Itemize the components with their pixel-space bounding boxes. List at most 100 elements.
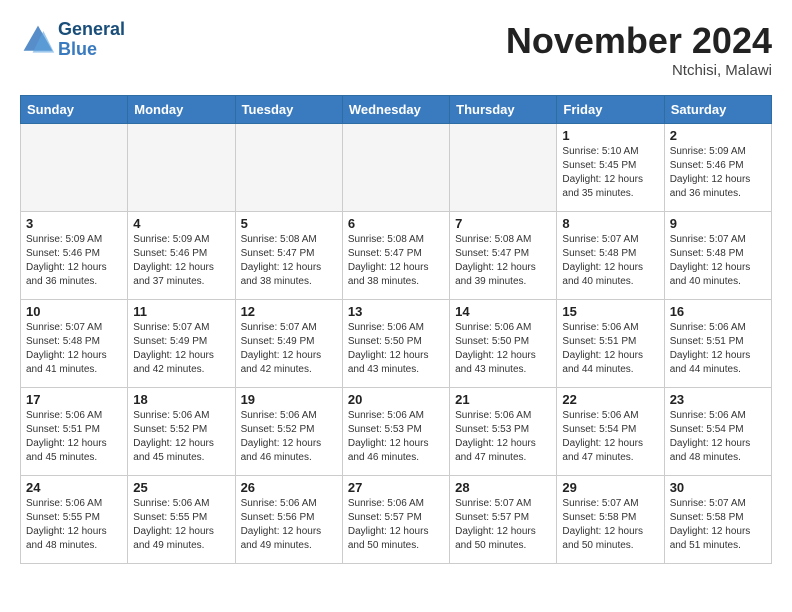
day-number: 15 <box>562 304 658 319</box>
day-info: Sunrise: 5:06 AM Sunset: 5:57 PM Dayligh… <box>348 497 444 553</box>
day-info: Sunrise: 5:08 AM Sunset: 5:47 PM Dayligh… <box>455 233 551 289</box>
day-number: 4 <box>133 216 229 231</box>
day-number: 23 <box>670 392 766 407</box>
day-number: 17 <box>26 392 122 407</box>
title-block: November 2024 Ntchisi, Malawi <box>506 20 772 79</box>
day-number: 21 <box>455 392 551 407</box>
location: Ntchisi, Malawi <box>506 62 772 79</box>
day-info: Sunrise: 5:06 AM Sunset: 5:52 PM Dayligh… <box>133 409 229 465</box>
calendar-cell: 11 Sunrise: 5:07 AM Sunset: 5:49 PM Dayli… <box>128 300 235 388</box>
day-info: Sunrise: 5:06 AM Sunset: 5:52 PM Dayligh… <box>241 409 337 465</box>
day-info: Sunrise: 5:06 AM Sunset: 5:56 PM Dayligh… <box>241 497 337 553</box>
day-info: Sunrise: 5:06 AM Sunset: 5:54 PM Dayligh… <box>562 409 658 465</box>
day-number: 20 <box>348 392 444 407</box>
day-number: 6 <box>348 216 444 231</box>
weekday-header-saturday: Saturday <box>664 96 771 124</box>
calendar-cell: 23 Sunrise: 5:06 AM Sunset: 5:54 PM Dayli… <box>664 388 771 476</box>
calendar-cell: 24 Sunrise: 5:06 AM Sunset: 5:55 PM Dayli… <box>21 476 128 564</box>
day-info: Sunrise: 5:09 AM Sunset: 5:46 PM Dayligh… <box>670 145 766 201</box>
day-info: Sunrise: 5:06 AM Sunset: 5:55 PM Dayligh… <box>26 497 122 553</box>
day-number: 8 <box>562 216 658 231</box>
calendar-cell: 25 Sunrise: 5:06 AM Sunset: 5:55 PM Dayli… <box>128 476 235 564</box>
calendar-cell <box>342 124 449 212</box>
day-number: 29 <box>562 480 658 495</box>
day-info: Sunrise: 5:06 AM Sunset: 5:51 PM Dayligh… <box>562 321 658 377</box>
day-number: 16 <box>670 304 766 319</box>
day-info: Sunrise: 5:06 AM Sunset: 5:55 PM Dayligh… <box>133 497 229 553</box>
day-number: 13 <box>348 304 444 319</box>
calendar-cell: 2 Sunrise: 5:09 AM Sunset: 5:46 PM Daylig… <box>664 124 771 212</box>
logo: General Blue <box>20 20 125 60</box>
day-info: Sunrise: 5:08 AM Sunset: 5:47 PM Dayligh… <box>241 233 337 289</box>
week-row-0: 1 Sunrise: 5:10 AM Sunset: 5:45 PM Daylig… <box>21 124 772 212</box>
calendar-cell: 18 Sunrise: 5:06 AM Sunset: 5:52 PM Dayli… <box>128 388 235 476</box>
calendar-cell: 20 Sunrise: 5:06 AM Sunset: 5:53 PM Dayli… <box>342 388 449 476</box>
day-info: Sunrise: 5:07 AM Sunset: 5:49 PM Dayligh… <box>133 321 229 377</box>
day-number: 1 <box>562 128 658 143</box>
calendar-cell <box>235 124 342 212</box>
day-number: 5 <box>241 216 337 231</box>
weekday-header-friday: Friday <box>557 96 664 124</box>
day-info: Sunrise: 5:06 AM Sunset: 5:54 PM Dayligh… <box>670 409 766 465</box>
calendar-cell: 1 Sunrise: 5:10 AM Sunset: 5:45 PM Daylig… <box>557 124 664 212</box>
day-info: Sunrise: 5:07 AM Sunset: 5:57 PM Dayligh… <box>455 497 551 553</box>
day-number: 3 <box>26 216 122 231</box>
week-row-4: 24 Sunrise: 5:06 AM Sunset: 5:55 PM Dayli… <box>21 476 772 564</box>
calendar-cell: 27 Sunrise: 5:06 AM Sunset: 5:57 PM Dayli… <box>342 476 449 564</box>
day-number: 30 <box>670 480 766 495</box>
day-info: Sunrise: 5:07 AM Sunset: 5:48 PM Dayligh… <box>562 233 658 289</box>
calendar-cell: 6 Sunrise: 5:08 AM Sunset: 5:47 PM Daylig… <box>342 212 449 300</box>
day-info: Sunrise: 5:06 AM Sunset: 5:53 PM Dayligh… <box>348 409 444 465</box>
day-info: Sunrise: 5:08 AM Sunset: 5:47 PM Dayligh… <box>348 233 444 289</box>
day-info: Sunrise: 5:09 AM Sunset: 5:46 PM Dayligh… <box>26 233 122 289</box>
calendar-cell <box>128 124 235 212</box>
month-title: November 2024 <box>506 20 772 62</box>
day-number: 11 <box>133 304 229 319</box>
week-row-2: 10Sunrise: 5:07 AM Sunset: 5:48 PM Dayli… <box>21 300 772 388</box>
day-number: 27 <box>348 480 444 495</box>
calendar-cell: 19Sunrise: 5:06 AM Sunset: 5:52 PM Dayli… <box>235 388 342 476</box>
calendar-cell <box>21 124 128 212</box>
calendar-cell <box>450 124 557 212</box>
logo-general: General <box>58 20 125 40</box>
week-row-3: 17 Sunrise: 5:06 AM Sunset: 5:51 PM Dayli… <box>21 388 772 476</box>
calendar-body: 1 Sunrise: 5:10 AM Sunset: 5:45 PM Daylig… <box>21 124 772 564</box>
day-number: 28 <box>455 480 551 495</box>
calendar-cell: 10Sunrise: 5:07 AM Sunset: 5:48 PM Dayli… <box>21 300 128 388</box>
calendar-cell: 13Sunrise: 5:06 AM Sunset: 5:50 PM Dayli… <box>342 300 449 388</box>
weekday-header-monday: Monday <box>128 96 235 124</box>
day-number: 14 <box>455 304 551 319</box>
day-info: Sunrise: 5:07 AM Sunset: 5:58 PM Dayligh… <box>562 497 658 553</box>
calendar-cell: 3 Sunrise: 5:09 AM Sunset: 5:46 PM Daylig… <box>21 212 128 300</box>
day-number: 18 <box>133 392 229 407</box>
calendar-table: SundayMondayTuesdayWednesdayThursdayFrid… <box>20 95 772 564</box>
day-info: Sunrise: 5:10 AM Sunset: 5:45 PM Dayligh… <box>562 145 658 201</box>
calendar-header: SundayMondayTuesdayWednesdayThursdayFrid… <box>21 96 772 124</box>
calendar-cell: 29 Sunrise: 5:07 AM Sunset: 5:58 PM Dayli… <box>557 476 664 564</box>
logo-icon <box>20 22 56 58</box>
day-number: 24 <box>26 480 122 495</box>
calendar-cell: 8 Sunrise: 5:07 AM Sunset: 5:48 PM Daylig… <box>557 212 664 300</box>
weekday-header-tuesday: Tuesday <box>235 96 342 124</box>
day-info: Sunrise: 5:06 AM Sunset: 5:53 PM Dayligh… <box>455 409 551 465</box>
calendar-cell: 15 Sunrise: 5:06 AM Sunset: 5:51 PM Dayli… <box>557 300 664 388</box>
calendar-cell: 7 Sunrise: 5:08 AM Sunset: 5:47 PM Daylig… <box>450 212 557 300</box>
day-info: Sunrise: 5:07 AM Sunset: 5:48 PM Dayligh… <box>670 233 766 289</box>
day-number: 2 <box>670 128 766 143</box>
calendar-cell: 9Sunrise: 5:07 AM Sunset: 5:48 PM Daylig… <box>664 212 771 300</box>
header: General Blue November 2024 Ntchisi, Mala… <box>20 20 772 79</box>
day-info: Sunrise: 5:06 AM Sunset: 5:51 PM Dayligh… <box>26 409 122 465</box>
calendar-cell: 26Sunrise: 5:06 AM Sunset: 5:56 PM Dayli… <box>235 476 342 564</box>
calendar-cell: 12Sunrise: 5:07 AM Sunset: 5:49 PM Dayli… <box>235 300 342 388</box>
day-info: Sunrise: 5:06 AM Sunset: 5:51 PM Dayligh… <box>670 321 766 377</box>
calendar-cell: 28 Sunrise: 5:07 AM Sunset: 5:57 PM Dayli… <box>450 476 557 564</box>
day-number: 25 <box>133 480 229 495</box>
day-number: 22 <box>562 392 658 407</box>
day-info: Sunrise: 5:07 AM Sunset: 5:49 PM Dayligh… <box>241 321 337 377</box>
page: General Blue November 2024 Ntchisi, Mala… <box>0 0 792 574</box>
day-number: 10 <box>26 304 122 319</box>
day-number: 7 <box>455 216 551 231</box>
calendar-cell: 16 Sunrise: 5:06 AM Sunset: 5:51 PM Dayli… <box>664 300 771 388</box>
weekday-header-thursday: Thursday <box>450 96 557 124</box>
weekday-header-sunday: Sunday <box>21 96 128 124</box>
